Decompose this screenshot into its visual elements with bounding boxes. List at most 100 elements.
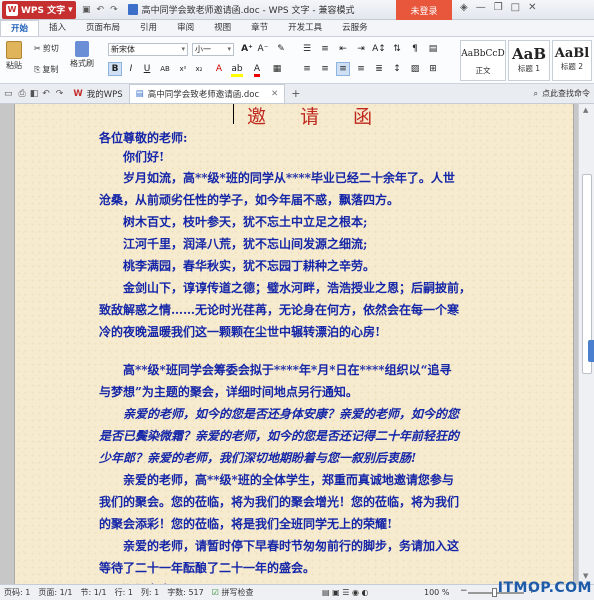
document-line: 金剑山下，谆谆传道之德；璧水河畔，浩浩授业之恩；后嗣披前， — [123, 281, 472, 295]
status-page-num[interactable]: 页码: 1 — [0, 587, 34, 598]
document-line: 亲爱的老师，高**级*班的全体学生，郑重而真诚地邀请您参与 — [123, 473, 454, 487]
style-heading-1[interactable]: AaB 标题 1 — [508, 40, 550, 81]
document-line: 江河千里，润泽八荒，犹不忘山间发源之细流; — [123, 237, 368, 251]
chevron-down-icon: ▾ — [68, 4, 73, 15]
shading-button[interactable]: ▨ — [408, 62, 422, 76]
scroll-up-icon[interactable]: ▲ — [583, 106, 588, 114]
font-name-select[interactable]: 新宋体 ▾ — [108, 43, 188, 56]
app-menu-button[interactable]: W WPS 文字 ▾ — [2, 0, 76, 19]
save-icon[interactable]: ▣ — [82, 5, 91, 15]
eye-protect-icon[interactable]: ◐ — [361, 588, 368, 597]
login-button[interactable]: 未登录 — [396, 0, 452, 20]
highlight-button[interactable]: ab — [230, 62, 244, 77]
status-col: 列: 1 — [140, 588, 160, 597]
paste-button[interactable]: 粘贴 — [6, 41, 22, 71]
copy-button[interactable]: ⎘ 复制 — [34, 64, 58, 75]
status-word-count[interactable]: 字数: 517 — [163, 587, 208, 598]
document-line: 的聚会添彩！您的莅临，将是我们全班同学无上的荣耀! — [99, 517, 393, 531]
increase-indent-button[interactable]: ⇥ — [354, 42, 368, 56]
bold-button[interactable]: B — [108, 62, 122, 76]
spell-label: 拼写检查 — [221, 588, 254, 597]
text-effect-button[interactable]: A — [212, 62, 226, 76]
undo-icon[interactable]: ↶ — [97, 5, 105, 15]
subscript-button[interactable]: x₂ — [192, 62, 206, 76]
maximize-icon[interactable]: □ — [511, 2, 520, 13]
shrink-font-button[interactable]: A⁻ — [256, 42, 270, 56]
menu-tabs: 开始 插入 页面布局 引用 审阅 视图 章节 开发工具 云服务 — [0, 20, 594, 37]
folder-icon[interactable]: ▭ — [0, 89, 17, 99]
window-title: 高中同学会致老师邀请函.doc - WPS 文字 - 兼容模式 — [127, 3, 354, 16]
grow-font-button[interactable]: A⁺ — [240, 42, 254, 56]
zoom-out-icon[interactable]: − — [460, 586, 468, 596]
zoom-slider-knob[interactable] — [492, 588, 497, 597]
font-size-select[interactable]: 小一 ▾ — [192, 43, 234, 56]
preview-icon[interactable]: ◧ — [28, 89, 41, 99]
side-panel-toggle[interactable] — [588, 340, 594, 362]
clear-format-button[interactable]: ✎ — [274, 42, 288, 56]
distribute-button[interactable]: ≣ — [372, 62, 386, 76]
restore-icon[interactable]: ❐ — [494, 2, 503, 13]
style-label: 正文 — [475, 66, 491, 75]
style-heading-2[interactable]: AaBl 标题 2 — [552, 40, 592, 81]
align-justify-button[interactable]: ≡ — [336, 62, 350, 76]
undo-icon[interactable]: ↶ — [40, 89, 52, 99]
outline-view-icon[interactable]: ☰ — [342, 588, 349, 597]
font-color-button[interactable]: A — [250, 62, 264, 77]
tab-menu-3[interactable]: 引用 — [130, 20, 167, 36]
superscript-button[interactable]: x² — [176, 62, 190, 76]
document-area[interactable]: 邀 请 函 各位尊敬的老师: 你们好! 岁月如流，高**级*班的同学从****毕业已… — [0, 104, 578, 584]
align-left-button[interactable]: ≡ — [300, 62, 314, 76]
line-spacing-button[interactable]: ↕ — [390, 62, 404, 76]
tab-menu-5[interactable]: 视图 — [204, 20, 241, 36]
tab-menu-1[interactable]: 插入 — [39, 20, 76, 36]
underline-button[interactable]: U — [140, 62, 154, 76]
align-center-button[interactable]: ≡ — [318, 62, 332, 76]
spell-check-button[interactable]: ☑ 拼写检查 — [208, 587, 258, 598]
sort-button[interactable]: ⇅ — [390, 42, 404, 56]
font-size-value: 小一 — [195, 45, 211, 54]
align-right-button[interactable]: ≡ — [354, 62, 368, 76]
document-line: 你们好! — [123, 150, 165, 164]
skin-icon[interactable]: ◈ — [460, 2, 468, 13]
new-tab-icon[interactable]: + — [285, 87, 306, 100]
close-icon[interactable]: ✕ — [271, 89, 278, 99]
char-shading-button[interactable]: ▦ — [270, 62, 284, 76]
borders-button[interactable]: ⊞ — [426, 62, 440, 76]
zoom-level[interactable]: 100 % — [420, 588, 453, 597]
scroll-down-icon[interactable]: ▼ — [583, 572, 588, 580]
redo-icon[interactable]: ↷ — [110, 5, 118, 15]
command-search-input[interactable]: 点此查找命令 — [542, 88, 590, 99]
status-section: 节: 1/1 — [80, 588, 107, 597]
tab-menu-8[interactable]: 云服务 — [332, 20, 378, 36]
bullets-button[interactable]: ☰ — [300, 42, 314, 56]
document-line: 高**级*班同学会筹委会拟于****年*月*日在****组织以“追寻 — [123, 363, 452, 377]
decrease-indent-button[interactable]: ⇤ — [336, 42, 350, 56]
italic-button[interactable]: I — [124, 62, 138, 76]
minimize-icon[interactable]: — — [476, 2, 486, 13]
tab-menu-0[interactable]: 开始 — [0, 20, 40, 36]
document-icon: ▤ — [135, 89, 144, 99]
redo-icon[interactable]: ↷ — [52, 89, 68, 99]
read-mode-icon[interactable]: ▤ — [322, 588, 330, 597]
table-icon[interactable]: ▤ — [426, 42, 440, 56]
numbering-button[interactable]: ≡ — [318, 42, 332, 56]
strikethrough-button[interactable]: AB — [158, 62, 172, 76]
show-marks-button[interactable]: ¶ — [408, 42, 422, 56]
style-sample: AaB — [511, 45, 547, 63]
close-icon[interactable]: ✕ — [528, 2, 536, 13]
format-painter-button[interactable]: 格式刷 — [70, 41, 94, 69]
style-normal[interactable]: AaBbCcD 正文 — [460, 40, 506, 81]
tab-menu-4[interactable]: 审阅 — [167, 20, 204, 36]
print-icon[interactable]: ⎙ — [17, 89, 28, 99]
tab-menu-2[interactable]: 页面布局 — [76, 20, 130, 36]
tab-menu-6[interactable]: 章节 — [241, 20, 278, 36]
tab-my-wps[interactable]: W 我的WPS — [67, 84, 128, 103]
tab-menu-7[interactable]: 开发工具 — [278, 20, 332, 36]
document-heading: 邀 请 函 — [247, 106, 387, 128]
document-page[interactable]: 邀 请 函 各位尊敬的老师: 你们好! 岁月如流，高**级*班的同学从****毕业已… — [14, 104, 574, 584]
page-view-icon[interactable]: ▣ — [332, 588, 340, 597]
cut-button[interactable]: ✂ 剪切 — [34, 43, 59, 54]
tab-document[interactable]: ▤ 高中同学会致老师邀请函.doc ✕ — [128, 84, 286, 103]
chinese-layout-button[interactable]: A↕ — [372, 42, 386, 56]
web-view-icon[interactable]: ◉ — [352, 588, 359, 597]
